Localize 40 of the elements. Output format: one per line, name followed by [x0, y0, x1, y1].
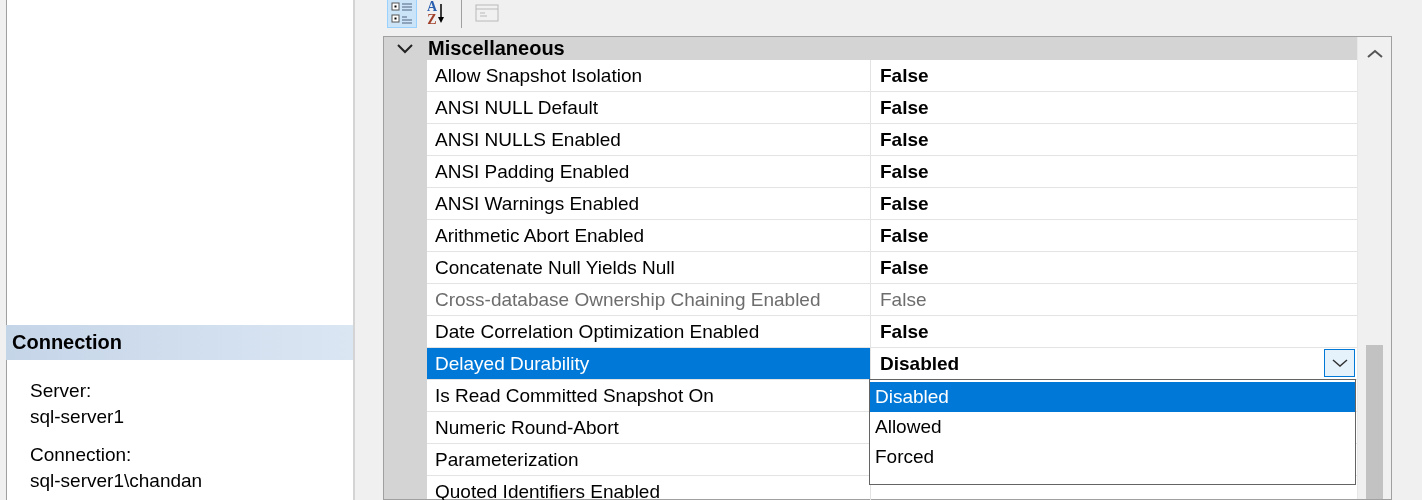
property-value[interactable]: False	[880, 96, 929, 119]
property-value[interactable]: False	[880, 320, 929, 343]
property-name[interactable]: Arithmetic Abort Enabled	[427, 220, 871, 252]
property-name[interactable]: Allow Snapshot Isolation	[427, 60, 871, 92]
scrollbar-thumb[interactable]	[1366, 345, 1383, 499]
property-name[interactable]: Numeric Round-Abort	[427, 412, 871, 444]
property-value[interactable]: False	[880, 160, 929, 183]
field-label: Connection:	[30, 443, 133, 467]
property-value[interactable]: False	[880, 256, 929, 279]
property-name[interactable]: ANSI NULL Default	[427, 92, 871, 124]
property-name[interactable]: Concatenate Null Yields Null	[427, 252, 871, 284]
window-icon	[475, 3, 499, 23]
sort-alphabetical-button[interactable]: A Z	[421, 0, 451, 28]
property-name[interactable]: Delayed Durability	[427, 348, 871, 380]
scrollbar[interactable]	[1357, 37, 1391, 499]
property-value[interactable]: False	[880, 64, 929, 87]
collapse-chevron-icon[interactable]	[396, 42, 414, 55]
property-value[interactable]: False	[880, 192, 929, 215]
category-title: Miscellaneous	[428, 37, 565, 60]
property-name[interactable]: ANSI Warnings Enabled	[427, 188, 871, 220]
chevron-down-icon	[1331, 358, 1348, 368]
list-icon	[391, 1, 413, 25]
property-value[interactable]: False	[880, 224, 929, 247]
dropdown-option[interactable]: Forced	[870, 442, 1355, 472]
scroll-up-icon[interactable]	[1366, 49, 1383, 59]
categorized-view-button[interactable]	[387, 0, 417, 28]
property-name[interactable]: ANSI NULLS Enabled	[427, 124, 871, 156]
dropdown-option[interactable]: Disabled	[870, 382, 1355, 412]
property-name[interactable]: Parameterization	[427, 444, 871, 476]
down-arrow-icon	[437, 2, 446, 24]
field-value: sql-server1	[30, 405, 125, 429]
dropdown-button[interactable]	[1324, 349, 1355, 377]
dropdown-option[interactable]: Allowed	[870, 412, 1355, 442]
field-label: Server:	[30, 379, 93, 403]
field-value: sql-server1\chandan	[30, 469, 204, 493]
property-name[interactable]: Is Read Committed Snapshot On	[427, 380, 871, 412]
property-value[interactable]: False	[880, 128, 929, 151]
property-name[interactable]: ANSI Padding Enabled	[427, 156, 871, 188]
property-value[interactable]: Disabled	[880, 352, 960, 375]
section-header: Connection	[6, 325, 353, 360]
